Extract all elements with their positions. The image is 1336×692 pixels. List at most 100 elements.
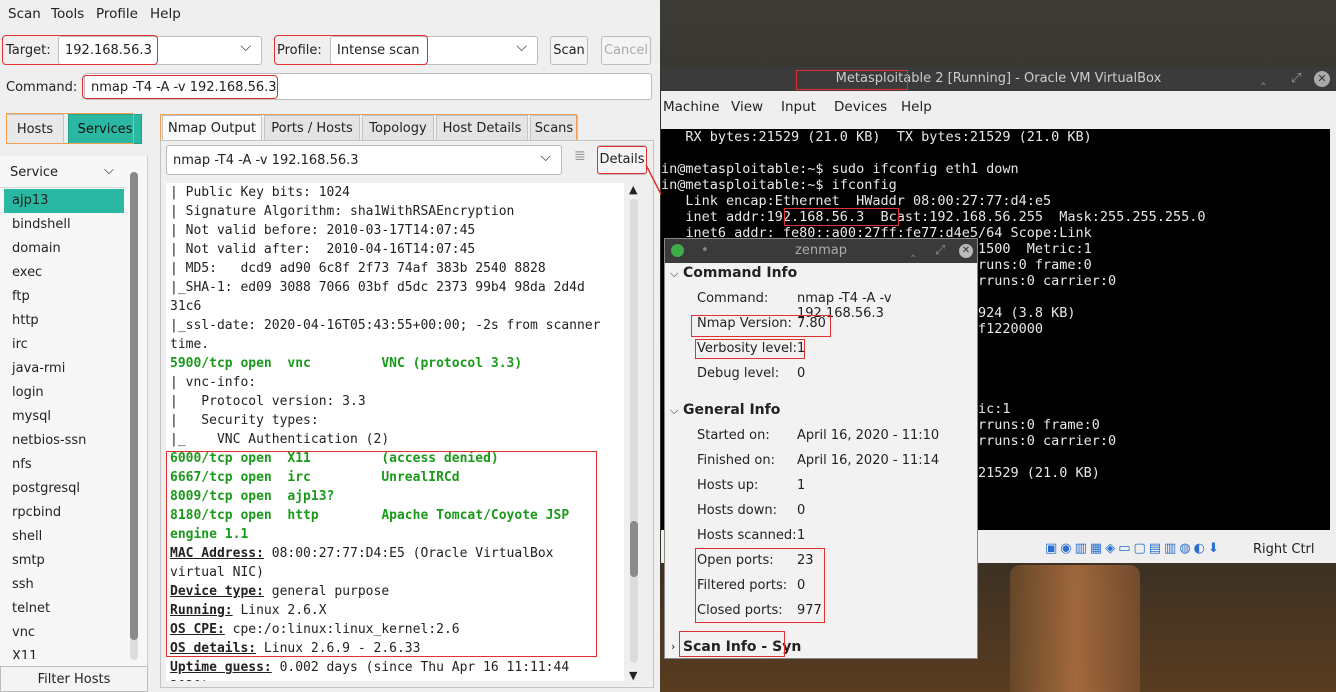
hosts-tab[interactable]: Hosts xyxy=(6,114,64,144)
output-host-value[interactable]: nmap -T4 -A -v 192.168.56.3 xyxy=(173,153,359,168)
nmap-output-text[interactable]: | Public Key bits: 1024 | Signature Algor… xyxy=(166,183,624,681)
tab-host-details[interactable]: Host Details xyxy=(436,115,528,141)
services-tab[interactable]: Services xyxy=(68,114,142,144)
scrollbar-thumb[interactable] xyxy=(630,521,638,577)
menu-tools[interactable]: Tools xyxy=(51,6,84,22)
output-line: | Public Key bits: 1024 xyxy=(170,185,351,200)
service-item[interactable]: postgresql xyxy=(4,477,124,501)
service-item[interactable]: ajp13 xyxy=(4,189,124,213)
chevron-down-icon[interactable]: ⌵ xyxy=(104,163,114,178)
service-item[interactable]: mysql xyxy=(4,405,124,429)
minimize-icon[interactable]: ‸ xyxy=(1261,67,1265,91)
service-list: ajp13 bindshell domain exec ftp http irc java-r… xyxy=(4,189,124,659)
service-item[interactable]: login xyxy=(4,381,124,405)
output-line: 31c6 xyxy=(170,299,202,314)
tab-scans[interactable]: Scans xyxy=(530,115,578,141)
output-line: |_SHA-1: ed09 3088 7066 03bf d5dc 2373 9… xyxy=(170,280,585,295)
menu-help[interactable]: Help xyxy=(150,6,181,22)
tab-topology[interactable]: Topology xyxy=(362,115,434,141)
vbox-title-bar[interactable]: Metasploitable 2 [Running] - Oracle VM V… xyxy=(661,67,1336,91)
output-value: cpe:/o:linux:linux_kernel:2.6 xyxy=(224,622,460,637)
vbox-menu-machine[interactable]: Machine xyxy=(663,99,720,115)
info-label: Open ports: xyxy=(697,553,774,568)
output-line: Device type: general purpose xyxy=(166,582,624,601)
filter-hosts-button[interactable]: Filter Hosts xyxy=(0,666,148,692)
command-input[interactable]: nmap -T4 -A -v 192.168.56.3 xyxy=(84,73,652,100)
drag-handle-icon[interactable]: ≣ xyxy=(574,148,586,164)
output-scrollbar[interactable]: ▲ ▼ xyxy=(626,183,642,683)
output-line: 8009/tcp open ajp13? xyxy=(170,489,335,504)
target-value[interactable]: 192.168.56.3 xyxy=(65,43,152,58)
expand-icon[interactable]: › xyxy=(671,640,675,653)
service-item[interactable]: rpcbind xyxy=(4,501,124,525)
info-label: Nmap Version: xyxy=(697,316,792,331)
menu-scan[interactable]: Scan xyxy=(8,6,41,22)
vbox-menu-view[interactable]: View xyxy=(731,99,763,115)
cancel-button[interactable]: Cancel xyxy=(601,36,651,65)
scrollbar-thumb[interactable] xyxy=(130,172,138,640)
vbox-menu-devices[interactable]: Devices xyxy=(834,99,887,115)
command-value[interactable]: nmap -T4 -A -v 192.168.56.3 xyxy=(91,80,277,95)
scroll-down-icon[interactable]: ▼ xyxy=(629,669,637,682)
service-item[interactable]: ftp xyxy=(4,285,124,309)
info-value: 7.80 xyxy=(797,316,826,331)
tab-ports-hosts[interactable]: Ports / Hosts xyxy=(264,115,360,141)
service-item[interactable]: netbios-ssn xyxy=(4,429,124,453)
service-column-header[interactable]: Service ⌵ xyxy=(0,156,126,188)
maximize-icon[interactable]: ⤢ xyxy=(935,239,945,263)
info-value: 23 xyxy=(797,553,814,568)
menu-profile[interactable]: Profile xyxy=(96,6,138,22)
tab-nmap-output[interactable]: Nmap Output xyxy=(162,115,262,141)
scrollbar-track[interactable] xyxy=(630,199,638,663)
details-title-bar[interactable]: • zenmap ‸ ⤢ ✕ xyxy=(665,239,977,263)
scan-button[interactable]: Scan xyxy=(550,36,588,65)
service-item[interactable]: bindshell xyxy=(4,213,124,237)
output-key: MAC Address: xyxy=(170,546,264,561)
service-item[interactable]: irc xyxy=(4,333,124,357)
output-line: |_ssl-date: 2020-04-16T05:43:55+00:00; -… xyxy=(170,318,601,333)
service-item[interactable]: shell xyxy=(4,525,124,549)
terminal-line: in@metasploitable:~$ sudo ifconfig eth1 … xyxy=(661,161,1019,177)
scroll-up-icon[interactable]: ▲ xyxy=(629,183,637,196)
chevron-down-icon[interactable]: ⌵ xyxy=(516,39,527,55)
profile-value[interactable]: Intense scan xyxy=(337,43,419,58)
vbox-menu-help[interactable]: Help xyxy=(901,99,932,115)
expand-icon[interactable]: ⌵ xyxy=(670,404,678,418)
service-item[interactable]: domain xyxy=(4,237,124,261)
service-item[interactable]: smtp xyxy=(4,549,124,573)
vbox-title-rest: [Running] - Oracle VM VirtualBox xyxy=(943,71,1162,86)
info-label: Finished on: xyxy=(697,453,775,468)
target-combo[interactable]: 192.168.56.3 ⌵ xyxy=(58,36,262,65)
service-item[interactable]: java-rmi xyxy=(4,357,124,381)
info-value: April 16, 2020 - 11:14 xyxy=(797,453,940,468)
service-item[interactable]: vnc xyxy=(4,621,124,645)
close-icon[interactable]: ✕ xyxy=(959,244,973,258)
robot-figure xyxy=(1010,565,1140,692)
command-info-header[interactable]: Command Info xyxy=(683,265,797,281)
service-item[interactable]: exec xyxy=(4,261,124,285)
maximize-icon[interactable]: ⤢ xyxy=(1291,67,1301,91)
service-scrollbar[interactable] xyxy=(130,172,138,660)
output-value: Linux 2.6.9 - 2.6.33 xyxy=(256,641,421,656)
service-item[interactable]: telnet xyxy=(4,597,124,621)
profile-combo[interactable]: Intense scan ⌵ xyxy=(330,36,538,65)
scan-info-header[interactable]: Scan Info - Syn xyxy=(683,639,801,655)
expand-icon[interactable]: ⌵ xyxy=(670,267,678,281)
output-line: | Not valid after: 2010-04-16T14:07:45 xyxy=(170,242,476,257)
vbox-menu-input[interactable]: Input xyxy=(781,99,816,115)
service-item[interactable]: X11 xyxy=(4,645,124,659)
output-value: 0.002 days (since Thu Apr 16 11:11:44 xyxy=(271,660,570,675)
chevron-down-icon[interactable]: ⌵ xyxy=(540,149,551,165)
service-item[interactable]: http xyxy=(4,309,124,333)
output-host-select[interactable]: nmap -T4 -A -v 192.168.56.3 ⌵ xyxy=(166,145,562,175)
output-line: 8180/tcp open http Apache Tomcat/Coyote … xyxy=(170,508,570,523)
status-icons[interactable]: ▣◉▥▦◈▭▢▤▥◍◐⬇ xyxy=(1045,541,1222,556)
chevron-down-icon[interactable]: ⌵ xyxy=(240,39,251,55)
general-info-header[interactable]: General Info xyxy=(683,402,780,418)
minimize-icon[interactable]: ‸ xyxy=(911,239,915,263)
service-item[interactable]: ssh xyxy=(4,573,124,597)
close-icon[interactable]: ✕ xyxy=(1314,71,1330,87)
service-item[interactable]: nfs xyxy=(4,453,124,477)
info-label: Closed ports: xyxy=(697,603,783,618)
